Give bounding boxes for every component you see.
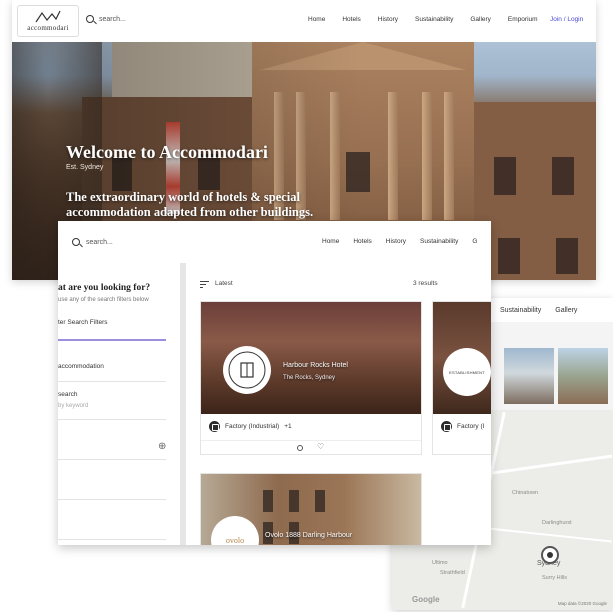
- nav-link-history[interactable]: History: [378, 16, 398, 23]
- card-window: [315, 490, 325, 512]
- tab-underline: [58, 339, 166, 341]
- hotel-card[interactable]: Harbour Rocks Hotel The Rocks, Sydney Fa…: [200, 301, 422, 455]
- tab-search-filters[interactable]: ter Search Filters: [58, 319, 108, 326]
- gallery-thumbnail[interactable]: [558, 348, 608, 404]
- hotel-type-more[interactable]: +1: [284, 423, 291, 430]
- listings-nav: Home Hotels History Sustainability G: [322, 238, 477, 245]
- card-window: [289, 490, 299, 512]
- nav-link-sustainability[interactable]: Sustainability: [415, 16, 453, 23]
- search-input[interactable]: search...: [99, 16, 126, 23]
- card-window: [263, 490, 273, 512]
- results-count: 3 results: [413, 280, 438, 287]
- badge-text: ovolo: [225, 535, 245, 545]
- map-label: Ultimo: [432, 560, 448, 566]
- map-pin-icon[interactable]: [541, 546, 559, 564]
- listings-header: search... Home Hotels History Sustainabi…: [58, 221, 491, 263]
- nav-link-gallery[interactable]: Gallery: [470, 16, 491, 23]
- hotel-location: The Rocks, Sydney: [283, 375, 336, 381]
- filter-accommodation[interactable]: accommodation: [58, 363, 104, 370]
- divider: [58, 499, 166, 500]
- divider: [58, 459, 166, 460]
- hero-title: Welcome to Accommodari: [66, 142, 268, 162]
- google-logo: Google: [412, 595, 440, 604]
- map-label: Chinatown: [512, 490, 538, 496]
- sidebar-divider: [180, 263, 186, 545]
- logo-text: accommodari: [27, 24, 69, 32]
- hotel-badge: [223, 346, 271, 394]
- site-header: accommodari search... Home Hotels Histor…: [12, 0, 596, 42]
- hotel-name[interactable]: Harbour Rocks Hotel: [283, 362, 348, 369]
- logo-mark-icon: [35, 10, 61, 23]
- search-input[interactable]: search...: [86, 239, 113, 246]
- join-login-link[interactable]: Join / Login: [550, 16, 583, 23]
- filter-title: at are you looking for?: [58, 283, 151, 293]
- hotel-type: Factory (Industrial) +1: [209, 421, 292, 432]
- search-icon: [86, 15, 94, 23]
- map-label: Strathfield: [440, 570, 465, 576]
- filter-sidebar: at are you looking for? use any of the s…: [58, 263, 184, 545]
- header-search[interactable]: search...: [86, 15, 126, 23]
- add-filter-icon[interactable]: ⊕: [158, 441, 166, 452]
- map-credit: Map data ©2020 Google: [557, 601, 607, 606]
- badge-text: ESTABLISHMENT: [449, 369, 485, 375]
- divider: [58, 539, 166, 540]
- hotel-badge: ESTABLISHMENT: [443, 348, 491, 396]
- nav-link-gallery[interactable]: G: [472, 238, 477, 245]
- nav-link-home[interactable]: Home: [308, 16, 325, 23]
- filter-search-label: search: [58, 391, 78, 398]
- filter-subtitle: use any of the search filters below: [58, 297, 149, 303]
- hotel-type-label: Factory (I: [457, 423, 485, 430]
- factory-icon: [441, 421, 452, 432]
- sort-dropdown[interactable]: Latest: [215, 280, 233, 287]
- divider: [58, 381, 166, 382]
- map-label: Darlinghurst: [542, 520, 572, 526]
- nav-link-emporium[interactable]: Emporium: [508, 16, 538, 23]
- hotel-card[interactable]: ovolo Ovolo 1888 Darling Harbour: [200, 473, 422, 545]
- listings-panel: search... Home Hotels History Sustainabi…: [58, 221, 491, 545]
- card-actions: ♡: [201, 440, 421, 454]
- site-logo[interactable]: accommodari: [17, 5, 79, 37]
- divider: [58, 419, 166, 420]
- nav-link-history[interactable]: History: [386, 238, 406, 245]
- map-label: Surry Hills: [542, 575, 568, 581]
- hotel-name[interactable]: Ovolo 1888 Darling Harbour: [265, 532, 352, 539]
- search-icon: [72, 238, 80, 246]
- listings-search[interactable]: search...: [72, 238, 113, 246]
- main-nav: Home Hotels History Sustainability Galle…: [308, 16, 538, 23]
- favourite-heart-icon[interactable]: ♡: [317, 443, 324, 451]
- hotel-card[interactable]: ESTABLISHMENT Factory (I: [432, 301, 491, 455]
- nav-link-hotels[interactable]: Hotels: [353, 238, 371, 245]
- factory-icon: [209, 421, 220, 432]
- hotel-type-label: Factory (Industrial): [225, 423, 280, 430]
- hotel-type: Factory (I: [441, 421, 484, 432]
- nav-link-sustainability[interactable]: Sustainability: [500, 307, 541, 314]
- view-icon[interactable]: [297, 445, 303, 451]
- gallery-thumbnail[interactable]: [504, 348, 554, 404]
- nav-link-sustainability[interactable]: Sustainability: [420, 238, 458, 245]
- hero-tagline: The extraordinary world of hotels & spec…: [66, 190, 314, 219]
- nav-link-gallery[interactable]: Gallery: [555, 307, 577, 314]
- hero-subtitle: Est. Sydney: [66, 164, 104, 171]
- gallery-thumbnails: [504, 348, 608, 404]
- hotel-crest-icon: [228, 351, 266, 389]
- sort-icon[interactable]: [200, 281, 209, 288]
- nav-link-hotels[interactable]: Hotels: [342, 16, 360, 23]
- results-bar: Latest 3 results: [200, 279, 491, 293]
- nav-link-home[interactable]: Home: [322, 238, 339, 245]
- keyword-input[interactable]: by keyword: [58, 403, 88, 409]
